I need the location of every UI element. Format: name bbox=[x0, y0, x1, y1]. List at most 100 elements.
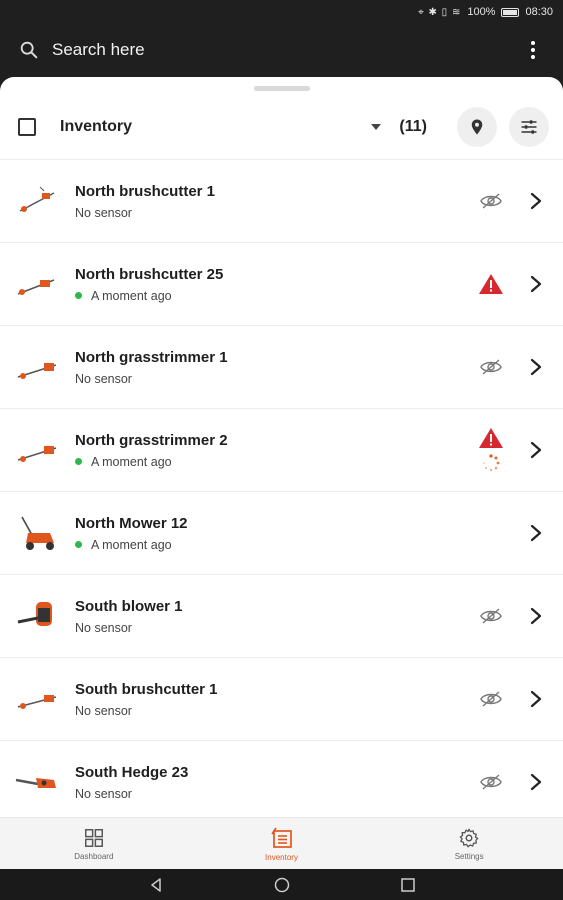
status-bar: ⌖ ✱ ▯ ≋ 100% 08:30 bbox=[0, 0, 563, 24]
chevron-right-icon bbox=[530, 773, 542, 791]
drag-handle[interactable] bbox=[254, 86, 310, 91]
list-item[interactable]: North grasstrimmer 1 No sensor bbox=[0, 326, 563, 409]
open-item-button[interactable] bbox=[521, 358, 551, 376]
inventory-sheet: Inventory (11) North brushcutter 1 No sen… bbox=[0, 77, 563, 817]
item-name: South blower 1 bbox=[75, 597, 183, 615]
list-item-text: North brushcutter 1 No sensor bbox=[75, 183, 469, 220]
item-name: North brushcutter 25 bbox=[75, 265, 224, 283]
chevron-right-icon bbox=[530, 524, 542, 542]
item-status-icons bbox=[469, 607, 513, 625]
home-icon[interactable] bbox=[274, 877, 290, 893]
item-status-icons bbox=[469, 773, 513, 791]
chevron-right-icon bbox=[530, 607, 542, 625]
list-item[interactable]: South brushcutter 1 No sensor bbox=[0, 658, 563, 741]
list-item-text: North Mower 12 A moment ago bbox=[75, 515, 469, 552]
item-status: No sensor bbox=[75, 621, 469, 635]
list-item[interactable]: North brushcutter 1 No sensor bbox=[0, 160, 563, 243]
grid-icon bbox=[84, 828, 103, 847]
battery-percent: 100% bbox=[467, 6, 496, 18]
item-name: North grasstrimmer 1 bbox=[75, 348, 228, 366]
open-item-button[interactable] bbox=[521, 441, 551, 459]
open-item-button[interactable] bbox=[521, 192, 551, 210]
loading-spinner-icon bbox=[483, 454, 500, 472]
item-status-icons bbox=[469, 192, 513, 210]
open-item-button[interactable] bbox=[521, 773, 551, 791]
equipment-thumbnail bbox=[14, 264, 60, 304]
gear-icon bbox=[459, 828, 479, 847]
item-status-text: A moment ago bbox=[91, 537, 172, 552]
inventory-list: North brushcutter 1 No sensor North brushc… bbox=[0, 160, 563, 817]
nav-settings[interactable]: Settings bbox=[375, 818, 563, 869]
online-dot-icon bbox=[75, 458, 82, 465]
open-item-button[interactable] bbox=[521, 607, 551, 625]
list-item-text: South brushcutter 1 No sensor bbox=[75, 681, 469, 718]
item-status: No sensor bbox=[75, 704, 469, 718]
list-item[interactable]: South Hedge 23 No sensor bbox=[0, 741, 563, 817]
more-options-icon[interactable] bbox=[521, 38, 545, 62]
item-status: No sensor bbox=[75, 787, 469, 801]
search-bar[interactable]: Search here bbox=[0, 24, 563, 76]
item-status-text: A moment ago bbox=[91, 288, 172, 303]
item-status-text: No sensor bbox=[75, 205, 132, 220]
list-item[interactable]: North grasstrimmer 2 A moment ago bbox=[0, 409, 563, 492]
item-status: A moment ago bbox=[75, 455, 469, 469]
item-name: North Mower 12 bbox=[75, 514, 188, 532]
no-sensor-icon bbox=[480, 608, 502, 624]
list-item-text: South Hedge 23 No sensor bbox=[75, 764, 469, 801]
nav-inventory-label: Inventory bbox=[265, 852, 298, 862]
item-name: South Hedge 23 bbox=[75, 763, 189, 781]
item-status-icons bbox=[469, 690, 513, 708]
item-status-icons bbox=[469, 358, 513, 376]
item-status: A moment ago bbox=[75, 538, 469, 552]
list-item[interactable]: North brushcutter 25 A moment ago bbox=[0, 243, 563, 326]
no-sensor-icon bbox=[480, 691, 502, 707]
back-icon[interactable] bbox=[148, 877, 164, 893]
list-item[interactable]: South blower 1 No sensor bbox=[0, 575, 563, 658]
select-all-checkbox[interactable] bbox=[18, 118, 36, 136]
list-item-text: North grasstrimmer 2 A moment ago bbox=[75, 432, 469, 469]
nav-dashboard-label: Dashboard bbox=[74, 851, 114, 861]
item-status-icons bbox=[469, 427, 513, 473]
item-status-text: A moment ago bbox=[91, 454, 172, 469]
item-status-text: No sensor bbox=[75, 703, 132, 718]
item-name: South brushcutter 1 bbox=[75, 680, 218, 698]
chevron-right-icon bbox=[530, 358, 542, 376]
system-navigation-bar bbox=[0, 869, 563, 900]
bottom-navigation: Dashboard Inventory Settings bbox=[0, 817, 563, 869]
warning-icon bbox=[479, 274, 503, 294]
nav-settings-label: Settings bbox=[454, 851, 484, 861]
dropdown-arrow-icon[interactable] bbox=[371, 124, 382, 130]
open-item-button[interactable] bbox=[521, 690, 551, 708]
list-item-text: South blower 1 No sensor bbox=[75, 598, 469, 635]
open-item-button[interactable] bbox=[521, 275, 551, 293]
map-button[interactable] bbox=[457, 107, 497, 147]
nav-inventory[interactable]: Inventory bbox=[188, 818, 376, 869]
online-dot-icon bbox=[75, 541, 82, 548]
item-status: No sensor bbox=[75, 206, 469, 220]
item-status-text: No sensor bbox=[75, 786, 132, 801]
equipment-thumbnail bbox=[14, 430, 60, 470]
chevron-right-icon bbox=[530, 690, 542, 708]
system-status-icons: ⌖ ✱ ▯ ≋ bbox=[418, 6, 462, 18]
item-status-text: No sensor bbox=[75, 371, 132, 386]
no-sensor-icon bbox=[480, 774, 502, 790]
sliders-icon bbox=[521, 120, 537, 134]
inventory-toolbar: Inventory (11) bbox=[0, 97, 563, 157]
equipment-thumbnail bbox=[14, 762, 60, 802]
chevron-right-icon bbox=[530, 441, 542, 459]
equipment-thumbnail bbox=[14, 181, 60, 221]
inventory-icon bbox=[270, 827, 292, 848]
equipment-thumbnail bbox=[14, 679, 60, 719]
clock: 08:30 bbox=[525, 6, 553, 18]
list-item-text: North brushcutter 25 A moment ago bbox=[75, 266, 469, 303]
nav-dashboard[interactable]: Dashboard bbox=[0, 818, 188, 869]
search-input[interactable]: Search here bbox=[52, 40, 521, 60]
inventory-title: Inventory bbox=[60, 118, 133, 135]
filter-button[interactable] bbox=[509, 107, 549, 147]
warning-icon bbox=[479, 428, 503, 448]
no-sensor-icon bbox=[480, 193, 502, 209]
open-item-button[interactable] bbox=[521, 524, 551, 542]
list-item[interactable]: North Mower 12 A moment ago bbox=[0, 492, 563, 575]
recents-icon[interactable] bbox=[400, 877, 416, 893]
item-status: No sensor bbox=[75, 372, 469, 386]
